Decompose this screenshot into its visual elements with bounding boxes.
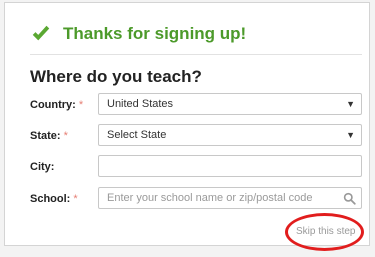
state-label: State: * [30,130,68,142]
caret-down-icon: ▼ [346,130,355,140]
city-input[interactable] [98,155,362,177]
state-select[interactable]: Select State ▼ [98,124,362,146]
school-search-placeholder: Enter your school name or zip/postal cod… [107,192,313,204]
school-row: School: * Enter your school name or zip/p… [30,187,362,211]
divider [30,54,362,55]
city-label: City: [30,161,55,173]
banner-text: Thanks for signing up! [63,24,247,43]
city-row: City: [30,155,362,179]
signup-confirmation-card: Thanks for signing up! Where do you teac… [4,2,370,246]
country-select[interactable]: United States ▼ [98,93,362,115]
search-icon[interactable] [343,192,356,205]
thanks-banner: Thanks for signing up! [30,23,246,45]
check-icon [32,25,50,41]
page-heading: Where do you teach? [30,67,202,86]
caret-down-icon: ▼ [346,99,355,109]
state-select-value: Select State [107,129,167,141]
required-marker: * [78,99,84,111]
country-label: Country: * [30,99,84,111]
required-marker: * [73,193,78,205]
country-row: Country: * United States ▼ [30,93,362,117]
state-row: State: * Select State ▼ [30,124,362,148]
highlight-circle [285,213,364,251]
country-select-value: United States [107,98,174,110]
school-search-input[interactable]: Enter your school name or zip/postal cod… [98,187,362,209]
required-marker: * [63,130,68,142]
school-label: School: * [30,193,78,205]
